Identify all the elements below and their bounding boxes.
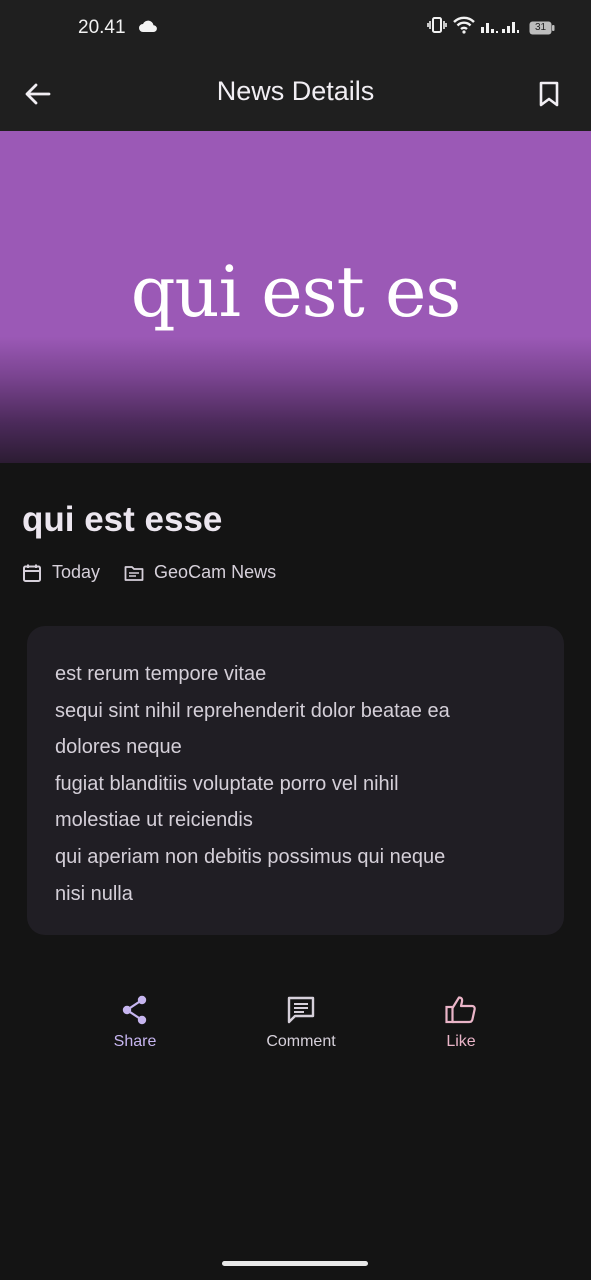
bookmark-icon — [539, 81, 559, 107]
body-line: molestiae ut reiciendis — [55, 809, 253, 832]
action-bar: Share Comment Like — [0, 995, 591, 1065]
comment-icon — [287, 996, 315, 1024]
hero-image: qui est es — [0, 131, 591, 463]
body-line: est rerum tempore vitae — [55, 663, 267, 685]
like-button[interactable]: Like — [401, 995, 521, 1051]
date-label: Today — [52, 562, 101, 582]
vibrate-icon — [427, 16, 447, 39]
calendar-icon — [23, 564, 41, 582]
article-meta: Today GeoCam News — [22, 562, 300, 583]
article-body-card: est rerum tempore vitae sequi sint nihil… — [27, 626, 564, 935]
cloud-icon — [138, 19, 158, 38]
thumbs-up-icon — [445, 996, 476, 1024]
battery-level: 31 — [534, 21, 547, 33]
battery-icon: 31 — [529, 21, 555, 35]
share-button[interactable]: Share — [75, 995, 195, 1051]
bookmark-button[interactable] — [529, 74, 569, 114]
signal-icon — [481, 17, 523, 38]
body-line: fugiat blanditiis voluptate porro vel ni… — [55, 772, 399, 795]
article-title: qui est esse — [22, 500, 223, 539]
page-title: News Details — [216, 76, 375, 106]
status-time: 20.41 — [78, 17, 126, 38]
wifi-icon — [453, 16, 475, 39]
source-label: GeoCam News — [154, 562, 277, 582]
status-bar: 20.41 31 — [0, 0, 591, 56]
comment-button[interactable]: Comment — [241, 995, 361, 1051]
source-meta: GeoCam News — [124, 562, 276, 583]
folder-icon — [124, 565, 144, 581]
body-line: qui aperiam non debitis possimus qui neq… — [55, 845, 446, 868]
app-bar: News Details — [0, 56, 591, 131]
like-label: Like — [446, 1033, 476, 1050]
share-label: Share — [113, 1033, 157, 1050]
body-line: nisi nulla — [55, 882, 133, 905]
home-indicator[interactable] — [222, 1261, 368, 1266]
hero-image-text: qui est es — [130, 251, 462, 333]
comment-label: Comment — [266, 1033, 336, 1050]
date-meta: Today — [22, 562, 100, 583]
status-icons: 31 — [427, 16, 555, 39]
body-line: dolores neque — [55, 736, 182, 759]
body-line: sequi sint nihil reprehenderit dolor bea… — [55, 699, 450, 722]
share-icon — [122, 995, 147, 1025]
